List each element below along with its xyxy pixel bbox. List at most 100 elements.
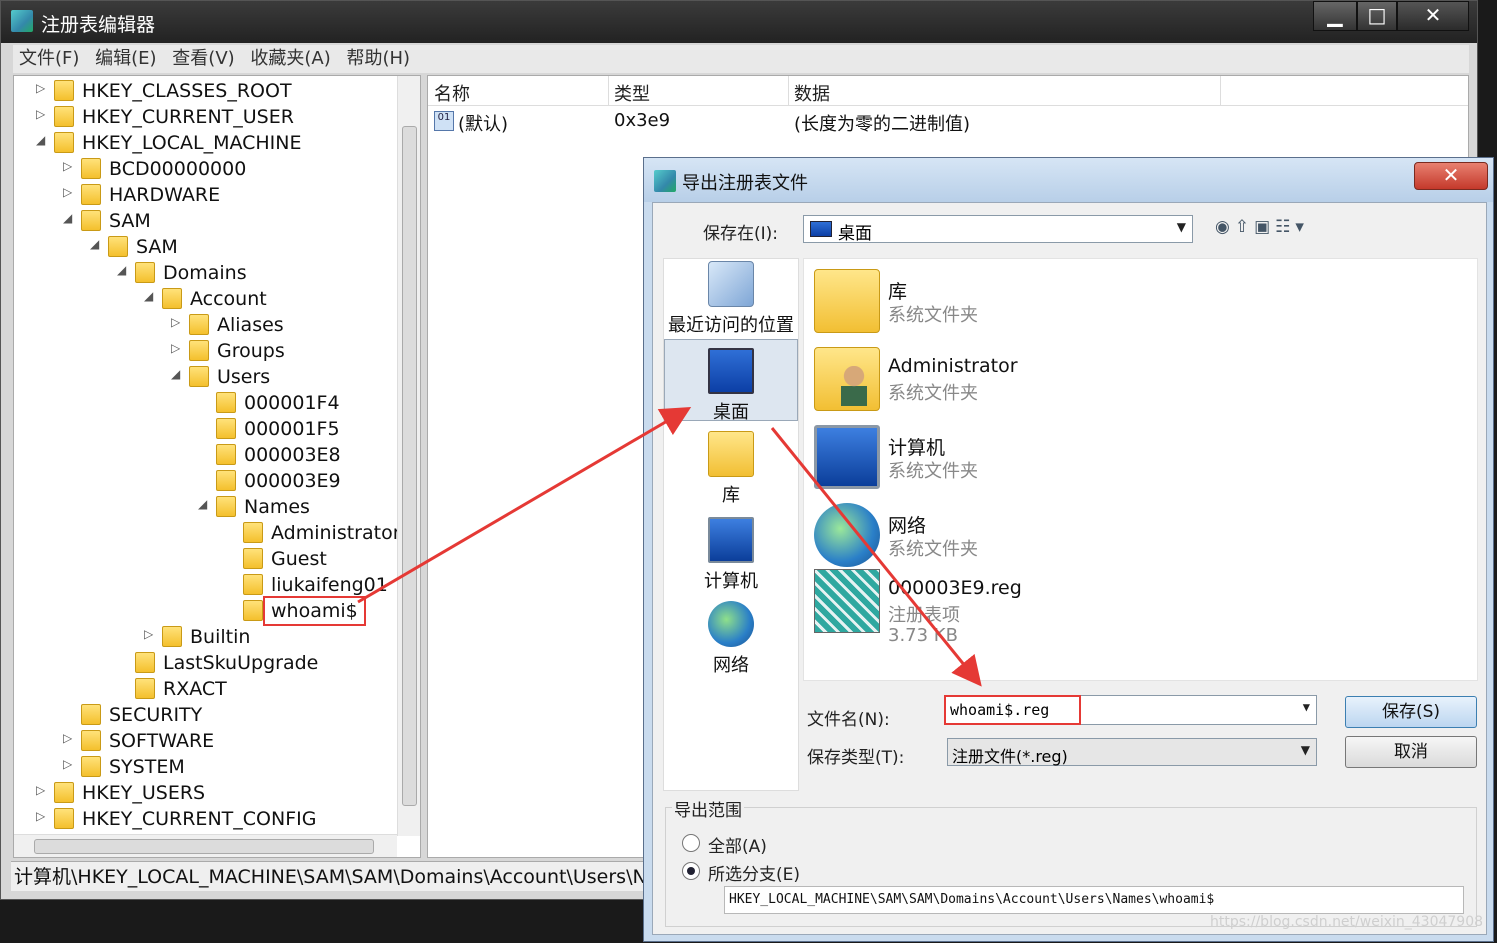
dialog-close-button[interactable]: ✕ <box>1414 162 1488 190</box>
tree-node-label: 000003E8 <box>244 444 341 466</box>
file-item-network[interactable]: 网络 系统文件夹 <box>810 499 1210 573</box>
expand-arrow-icon[interactable]: ▷ <box>36 783 50 797</box>
collapse-arrow-icon[interactable]: ◢ <box>90 237 104 251</box>
tree-node-label: HKEY_LOCAL_MACHINE <box>82 132 302 154</box>
file-item-library[interactable]: 库 系统文件夹 <box>810 265 1210 339</box>
tree-node-label: 000001F4 <box>244 392 340 414</box>
column-divider[interactable] <box>1220 76 1221 106</box>
tree-node[interactable]: Guest <box>14 546 397 572</box>
value-row[interactable]: 01 (默认) 0x3e9 (长度为零的二进制值) <box>428 108 1468 136</box>
tree-node[interactable]: liukaifeng01 <box>14 572 397 598</box>
menu-help[interactable]: 帮助(H) <box>346 45 410 73</box>
chevron-down-icon[interactable]: ▼ <box>1303 700 1310 714</box>
expand-arrow-icon[interactable]: ▷ <box>63 731 77 745</box>
maximize-button[interactable]: □ <box>1357 1 1397 31</box>
tree-node[interactable]: ▷ HARDWARE <box>14 182 397 208</box>
tree-horizontal-scrollbar[interactable] <box>14 834 397 857</box>
column-header-type[interactable]: 类型 <box>614 80 650 106</box>
expand-arrow-icon[interactable]: ▷ <box>63 159 77 173</box>
collapse-arrow-icon[interactable]: ◢ <box>63 211 77 225</box>
tree-node[interactable]: ▷ HKEY_CURRENT_CONFIG <box>14 806 397 832</box>
expand-arrow-icon[interactable]: ▷ <box>36 81 50 95</box>
folder-icon <box>243 548 263 569</box>
collapse-arrow-icon[interactable]: ◢ <box>198 497 212 511</box>
tree-node[interactable]: ▷ Builtin <box>14 624 397 650</box>
column-header-name[interactable]: 名称 <box>434 80 470 106</box>
tree-node[interactable]: RXACT <box>14 676 397 702</box>
menu-edit[interactable]: 编辑(E) <box>95 45 156 73</box>
tree-node[interactable]: ▷ Groups <box>14 338 397 364</box>
cancel-button[interactable]: 取消 <box>1345 736 1477 768</box>
expand-arrow-icon[interactable]: ▷ <box>63 185 77 199</box>
expand-arrow-icon[interactable]: ▷ <box>63 757 77 771</box>
tree-node[interactable]: LastSkuUpgrade <box>14 650 397 676</box>
places-bar: 最近访问的位置 桌面 库 计算机 网络 <box>663 258 799 791</box>
file-item-computer[interactable]: 计算机 系统文件夹 <box>810 421 1210 495</box>
tree-node[interactable]: ▷ Aliases <box>14 312 397 338</box>
tree-node[interactable]: ▷ SOFTWARE <box>14 728 397 754</box>
tree-node[interactable]: ▷ SYSTEM <box>14 754 397 780</box>
tree-node[interactable]: 000001F5 <box>14 416 397 442</box>
save-button[interactable]: 保存(S) <box>1345 696 1477 728</box>
tree-node[interactable]: SECURITY <box>14 702 397 728</box>
tree-node[interactable]: Administrator <box>14 520 401 546</box>
place-recent[interactable]: 最近访问的位置 <box>664 261 798 336</box>
tree-node[interactable]: ▷ HKEY_USERS <box>14 780 397 806</box>
menu-favorites[interactable]: 收藏夹(A) <box>250 45 330 73</box>
radio-all[interactable] <box>682 834 700 852</box>
tree-node[interactable]: ▷ BCD00000000 <box>14 156 397 182</box>
collapse-arrow-icon[interactable]: ◢ <box>144 289 158 303</box>
tree-node[interactable]: ◢ HKEY_LOCAL_MACHINE <box>14 130 397 156</box>
tree-vertical-scrollbar[interactable] <box>397 76 420 836</box>
radio-selected-branch[interactable] <box>682 862 700 880</box>
tree-node[interactable]: whoami$ <box>14 596 397 626</box>
expand-arrow-icon[interactable]: ▷ <box>36 809 50 823</box>
tree-node[interactable]: ◢ Names <box>14 494 397 520</box>
tree-node[interactable]: ◢ Users <box>14 364 397 390</box>
title-bar[interactable]: 注册表编辑器 ▁ □ ✕ <box>1 1 1477 43</box>
column-header-data[interactable]: 数据 <box>794 80 830 106</box>
place-desktop[interactable]: 桌面 <box>664 339 798 423</box>
place-library[interactable]: 库 <box>664 431 798 507</box>
filetype-dropdown[interactable]: 注册文件(*.reg) ▼ <box>947 738 1317 766</box>
minimize-button[interactable]: ▁ <box>1313 1 1357 31</box>
collapse-arrow-icon[interactable]: ◢ <box>36 133 50 147</box>
radio-selected-branch-label[interactable]: 所选分支(E) <box>708 860 800 885</box>
dialog-title-bar[interactable]: 导出注册表文件 ✕ <box>644 158 1493 202</box>
tree-node[interactable]: ◢ Account <box>14 286 397 312</box>
expand-arrow-icon[interactable]: ▷ <box>171 315 185 329</box>
tree-node[interactable]: ▷ HKEY_CURRENT_USER <box>14 104 397 130</box>
menu-file[interactable]: 文件(F) <box>19 45 79 73</box>
expand-arrow-icon[interactable]: ▷ <box>36 107 50 121</box>
scroll-thumb[interactable] <box>402 126 417 806</box>
menu-view[interactable]: 查看(V) <box>172 45 234 73</box>
file-item-administrator[interactable]: Administrator 系统文件夹 <box>810 343 1210 417</box>
tree-node[interactable]: 000003E8 <box>14 442 397 468</box>
file-list[interactable]: 库 系统文件夹 Administrator 系统文件夹 计算机 系统文件夹 网络… <box>803 258 1478 681</box>
expand-arrow-icon[interactable]: ▷ <box>144 627 158 641</box>
file-item-reg[interactable]: 000003E9.reg 注册表项 3.73 KB <box>810 565 1210 661</box>
collapse-arrow-icon[interactable]: ◢ <box>117 263 131 277</box>
radio-all-label[interactable]: 全部(A) <box>708 832 767 857</box>
scroll-thumb[interactable] <box>34 839 374 854</box>
save-in-dropdown[interactable]: 桌面 ▼ <box>803 215 1193 244</box>
tree-node[interactable]: ▷ HKEY_CLASSES_ROOT <box>14 78 397 104</box>
place-network[interactable]: 网络 <box>664 601 798 677</box>
tree-node[interactable]: ◢ Domains <box>14 260 397 286</box>
place-computer[interactable]: 计算机 <box>664 517 798 593</box>
tree-node-label: Users <box>217 366 271 388</box>
navigation-toolbar[interactable]: ◉⇧▣☷▾ <box>1215 217 1309 237</box>
tree-node[interactable]: ◢ SAM <box>14 234 397 260</box>
collapse-arrow-icon[interactable]: ◢ <box>171 367 185 381</box>
folder-icon <box>243 574 263 595</box>
close-button[interactable]: ✕ <box>1397 1 1469 31</box>
column-divider[interactable] <box>788 76 789 106</box>
tree-node[interactable]: 000003E9 <box>14 468 397 494</box>
column-divider[interactable] <box>608 76 609 106</box>
branch-path-input[interactable]: HKEY_LOCAL_MACHINE\SAM\SAM\Domains\Accou… <box>724 886 1464 914</box>
tree-node[interactable]: ◢ SAM <box>14 208 397 234</box>
filename-input[interactable]: whoami$.reg ▼ <box>943 695 1317 725</box>
tree-node[interactable]: 000001F4 <box>14 390 397 416</box>
key-tree-pane[interactable]: ▷ HKEY_CLASSES_ROOT ▷ HKEY_CURRENT_USER ◢ HKE… <box>13 75 421 858</box>
expand-arrow-icon[interactable]: ▷ <box>171 341 185 355</box>
